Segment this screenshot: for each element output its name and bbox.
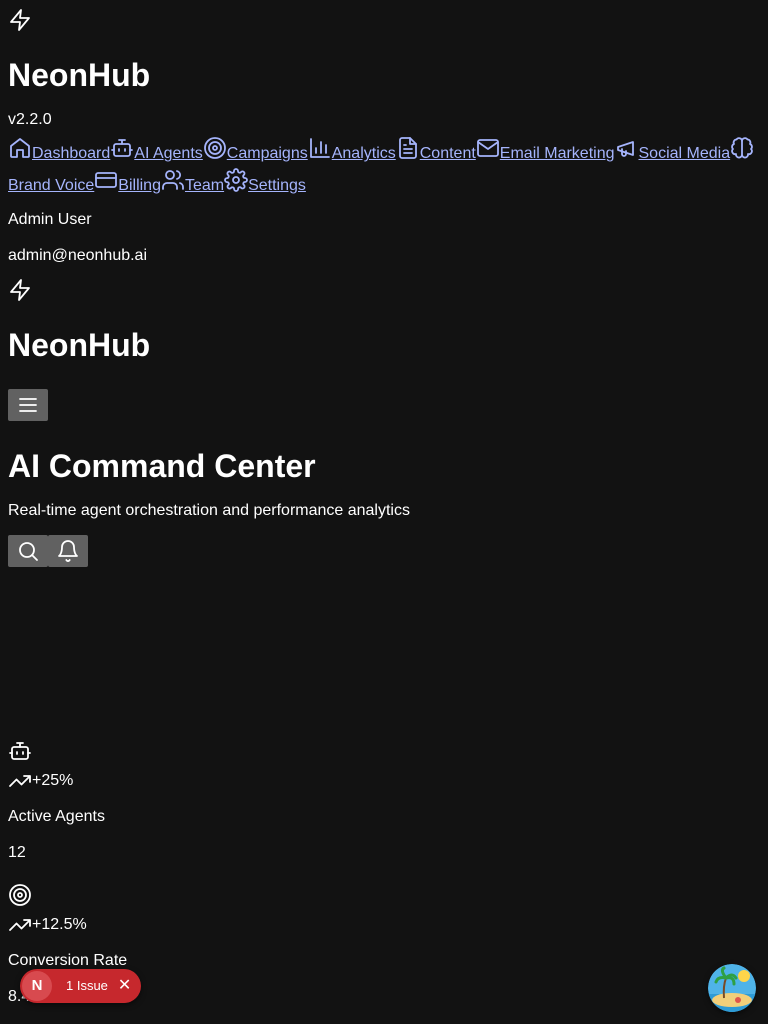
nav-item-campaigns[interactable]: Campaigns xyxy=(203,137,308,162)
header-actions xyxy=(8,535,760,568)
nav-item-analytics[interactable]: Analytics xyxy=(308,138,396,162)
nav-link-billing[interactable]: Billing xyxy=(118,177,161,194)
stat-icon-row xyxy=(8,871,760,907)
nav-link-team[interactable]: Team xyxy=(185,177,224,194)
file-text-icon xyxy=(396,136,420,160)
header-bolt-icon xyxy=(8,278,760,306)
version-label: v2.2.0 xyxy=(8,111,52,129)
stat-trend: +12.5% xyxy=(8,907,760,943)
nav-link-brand-voice[interactable]: Brand Voice xyxy=(8,177,94,194)
stat-trend-value: +25% xyxy=(32,772,74,790)
stat-value: 12 xyxy=(8,844,26,862)
issues-badge[interactable]: N 1 Issue ✕ xyxy=(20,969,142,1003)
issue-count-label[interactable]: 1 Issue xyxy=(66,976,108,996)
logo-bolt-icon xyxy=(8,0,760,36)
stat-trend-value: +12.5% xyxy=(32,916,87,934)
nav-item-dashboard[interactable]: Dashboard xyxy=(8,138,110,162)
mail-icon xyxy=(476,136,500,160)
nav-link-ai-agents[interactable]: AI Agents xyxy=(134,145,203,162)
nav-link-campaigns[interactable]: Campaigns xyxy=(227,145,308,162)
nav-item-billing[interactable]: Billing xyxy=(94,172,161,194)
nav-item-settings[interactable]: Settings xyxy=(224,168,306,194)
bot-icon xyxy=(8,739,32,763)
nav-link-dashboard[interactable]: Dashboard xyxy=(32,145,110,162)
menu-icon xyxy=(16,393,40,417)
stat-card-active-agents: +25% Active Agents 12 xyxy=(8,727,760,871)
brain-icon xyxy=(730,136,754,160)
nav-item-team[interactable]: Team xyxy=(161,170,224,194)
bell-icon xyxy=(56,539,80,563)
page-subtitle: Real-time agent orchestration and perfor… xyxy=(8,502,410,520)
credit-card-icon xyxy=(94,168,118,192)
user-name: Admin User xyxy=(8,211,92,229)
sidebar-brand: NeonHub xyxy=(8,57,151,93)
issue-logo: N xyxy=(22,971,52,1001)
sidebar-nav: Dashboard AI Agents Campaigns Analytics Cont… xyxy=(8,136,760,200)
target-icon xyxy=(203,136,227,160)
nav-link-content[interactable]: Content xyxy=(420,145,476,162)
menu-toggle-button[interactable] xyxy=(8,388,48,421)
trending-up-icon xyxy=(8,913,32,937)
search-button[interactable] xyxy=(8,535,48,568)
page-title: AI Command Center xyxy=(8,447,316,484)
nav-link-email-marketing[interactable]: Email Marketing xyxy=(500,145,615,162)
users-icon xyxy=(161,168,185,192)
nav-link-settings[interactable]: Settings xyxy=(248,177,306,194)
nav-link-analytics[interactable]: Analytics xyxy=(332,145,396,162)
nav-item-content[interactable]: Content xyxy=(396,137,476,162)
bot-icon xyxy=(110,136,134,160)
gear-icon xyxy=(224,168,248,193)
nav-item-ai-agents[interactable]: AI Agents xyxy=(110,139,203,162)
search-icon xyxy=(16,539,40,563)
home-icon xyxy=(8,136,32,160)
megaphone-icon xyxy=(615,136,639,160)
notifications-button[interactable] xyxy=(48,535,88,568)
stat-label: Active Agents xyxy=(8,808,105,826)
bar-chart-icon xyxy=(308,136,332,160)
nav-item-social-media[interactable]: Social Media xyxy=(615,141,731,162)
stat-icon-row xyxy=(8,727,760,763)
user-email: admin@neonhub.ai xyxy=(8,247,148,265)
target-icon xyxy=(8,883,32,907)
trending-up-icon xyxy=(8,769,32,793)
stat-trend: +25% xyxy=(8,763,760,799)
nav-item-email-marketing[interactable]: Email Marketing xyxy=(476,139,615,162)
close-icon[interactable]: ✕ xyxy=(118,978,131,994)
avatar[interactable] xyxy=(708,964,756,1012)
nav-link-social-media[interactable]: Social Media xyxy=(639,145,731,162)
header-brand: NeonHub xyxy=(8,327,151,364)
